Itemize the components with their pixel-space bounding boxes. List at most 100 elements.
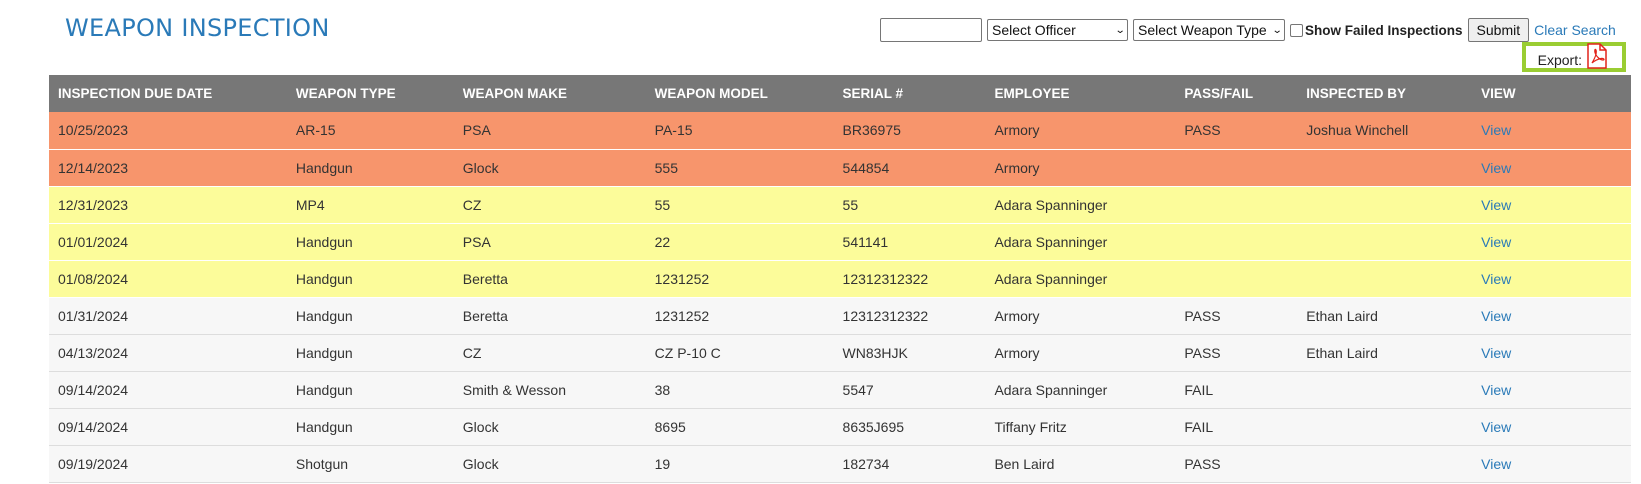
cell-pass-fail: FAIL [1184,418,1214,435]
cell-weapon-type: Handgun [295,381,353,398]
cell-view: View [1472,186,1631,223]
cell-due-date: 09/14/2024 [58,418,129,435]
view-link[interactable]: View [1481,382,1511,398]
cell-pass-fail: FAIL [1184,381,1214,398]
header-serial[interactable]: SERIAL # [834,75,986,112]
cell-view: View [1472,371,1631,408]
cell-weapon-type: Handgun [295,159,353,176]
cell-inspected-by [1297,186,1472,223]
header-due-date[interactable]: INSPECTION DUE DATE [49,75,287,112]
table-row: 04/13/2024 Handgun CZ CZ P-10 C WN83HJK Armor… [49,334,1631,371]
cell-inspected-by [1297,149,1472,186]
header-weapon-model[interactable]: WEAPON MODEL [646,75,834,112]
cell-weapon-model: 1231252 [654,270,710,287]
cell-weapon-make: CZ [462,344,482,361]
cell-due-date: 01/08/2024 [58,270,129,287]
chevron-down-icon: ⌄ [1271,24,1283,36]
chevron-down-icon: ⌄ [1114,24,1126,36]
header-employee[interactable]: EMPLOYEE [985,75,1175,112]
cell-weapon-make: Smith & Wesson [462,381,567,398]
cell-weapon-model: 38 [654,381,671,398]
cell-view: View [1472,149,1631,186]
inspection-table: INSPECTION DUE DATE WEAPON TYPE WEAPON MAK… [49,75,1631,483]
cell-serial: 12312312322 [842,270,929,287]
weapon-type-select-value: Select Weapon Type [1138,22,1267,38]
table-row: 01/08/2024 Handgun Beretta 1231252 123123123… [49,260,1631,297]
view-link[interactable]: View [1481,419,1511,435]
cell-due-date: 04/13/2024 [58,344,129,361]
page-title: WEAPON INSPECTION [65,14,330,42]
view-link[interactable]: View [1481,456,1511,472]
cell-inspected-by [1297,445,1472,482]
cell-pass-fail: PASS [1184,307,1221,324]
cell-serial: 541141 [842,233,889,250]
cell-view: View [1472,408,1631,445]
cell-inspected-by [1297,223,1472,260]
cell-weapon-model: CZ P-10 C [654,344,721,361]
export-area: Export: [1522,42,1626,72]
cell-employee: Tiffany Fritz [994,418,1067,435]
cell-weapon-make: PSA [462,122,491,139]
cell-weapon-type: AR-15 [295,122,336,139]
search-bar: Select Officer ⌄ Select Weapon Type ⌄ Sh… [880,17,1616,43]
cell-pass-fail: PASS [1184,122,1221,139]
view-link[interactable]: View [1481,308,1511,324]
cell-weapon-model: 22 [654,233,671,250]
header-pass-fail[interactable]: PASS/FAIL [1175,75,1297,112]
cell-weapon-model: PA-15 [654,122,693,139]
cell-serial: 12312312322 [842,307,929,324]
cell-weapon-make: Glock [462,418,499,435]
cell-inspected-by: Joshua Winchell [1306,122,1409,139]
cell-due-date: 12/31/2023 [58,196,129,213]
show-failed-label: Show Failed Inspections [1305,22,1463,38]
cell-due-date: 01/31/2024 [58,307,129,324]
cell-weapon-make: Glock [462,455,499,472]
table-row: 12/14/2023 Handgun Glock 555 544854 Armory Vie… [49,149,1631,186]
cell-view: View [1472,445,1631,482]
view-link[interactable]: View [1481,197,1511,213]
cell-employee: Armory [994,159,1040,176]
cell-weapon-type: Handgun [295,233,353,250]
cell-inspected-by [1297,408,1472,445]
cell-weapon-type: Handgun [295,270,353,287]
cell-pass-fail [1175,260,1297,297]
cell-employee: Adara Spanninger [994,196,1108,213]
cell-serial: 544854 [842,159,890,176]
pdf-icon[interactable] [1586,43,1608,69]
cell-weapon-type: Handgun [295,418,353,435]
submit-button[interactable]: Submit [1467,18,1530,42]
cell-weapon-type: Shotgun [295,455,349,472]
cell-employee: Adara Spanninger [994,233,1108,250]
view-link[interactable]: View [1481,234,1511,250]
view-link[interactable]: View [1481,345,1511,361]
cell-employee: Armory [994,344,1040,361]
table-row: 09/14/2024 Handgun Smith & Wesson 38 5547 Ada… [49,371,1631,408]
table-header-row: INSPECTION DUE DATE WEAPON TYPE WEAPON MAK… [49,75,1631,112]
table-row: 12/31/2023 MP4 CZ 55 55 Adara Spanninger View [49,186,1631,223]
cell-weapon-model: 8695 [654,418,686,435]
header-weapon-make[interactable]: WEAPON MAKE [454,75,646,112]
search-input[interactable] [880,18,982,42]
cell-due-date: 09/19/2024 [58,455,129,472]
officer-select[interactable]: Select Officer ⌄ [987,19,1128,41]
export-label: Export: [1537,52,1582,68]
view-link[interactable]: View [1481,271,1511,287]
header-view[interactable]: VIEW [1472,75,1631,112]
cell-view: View [1472,334,1631,371]
weapon-type-select[interactable]: Select Weapon Type ⌄ [1133,19,1285,41]
cell-employee: Adara Spanninger [994,381,1108,398]
cell-pass-fail [1175,186,1297,223]
clear-search-link[interactable]: Clear Search [1534,22,1616,38]
show-failed-checkbox[interactable] [1290,23,1303,37]
cell-serial: 5547 [842,381,874,398]
cell-serial: 8635J695 [842,418,905,435]
header-weapon-type[interactable]: WEAPON TYPE [287,75,454,112]
cell-weapon-make: PSA [462,233,491,250]
cell-due-date: 09/14/2024 [58,381,129,398]
view-link[interactable]: View [1481,160,1511,176]
cell-weapon-model: 1231252 [654,307,710,324]
cell-weapon-make: Beretta [462,307,508,324]
cell-employee: Adara Spanninger [994,270,1108,287]
header-inspected-by[interactable]: INSPECTED BY [1297,75,1472,112]
view-link[interactable]: View [1481,122,1511,138]
